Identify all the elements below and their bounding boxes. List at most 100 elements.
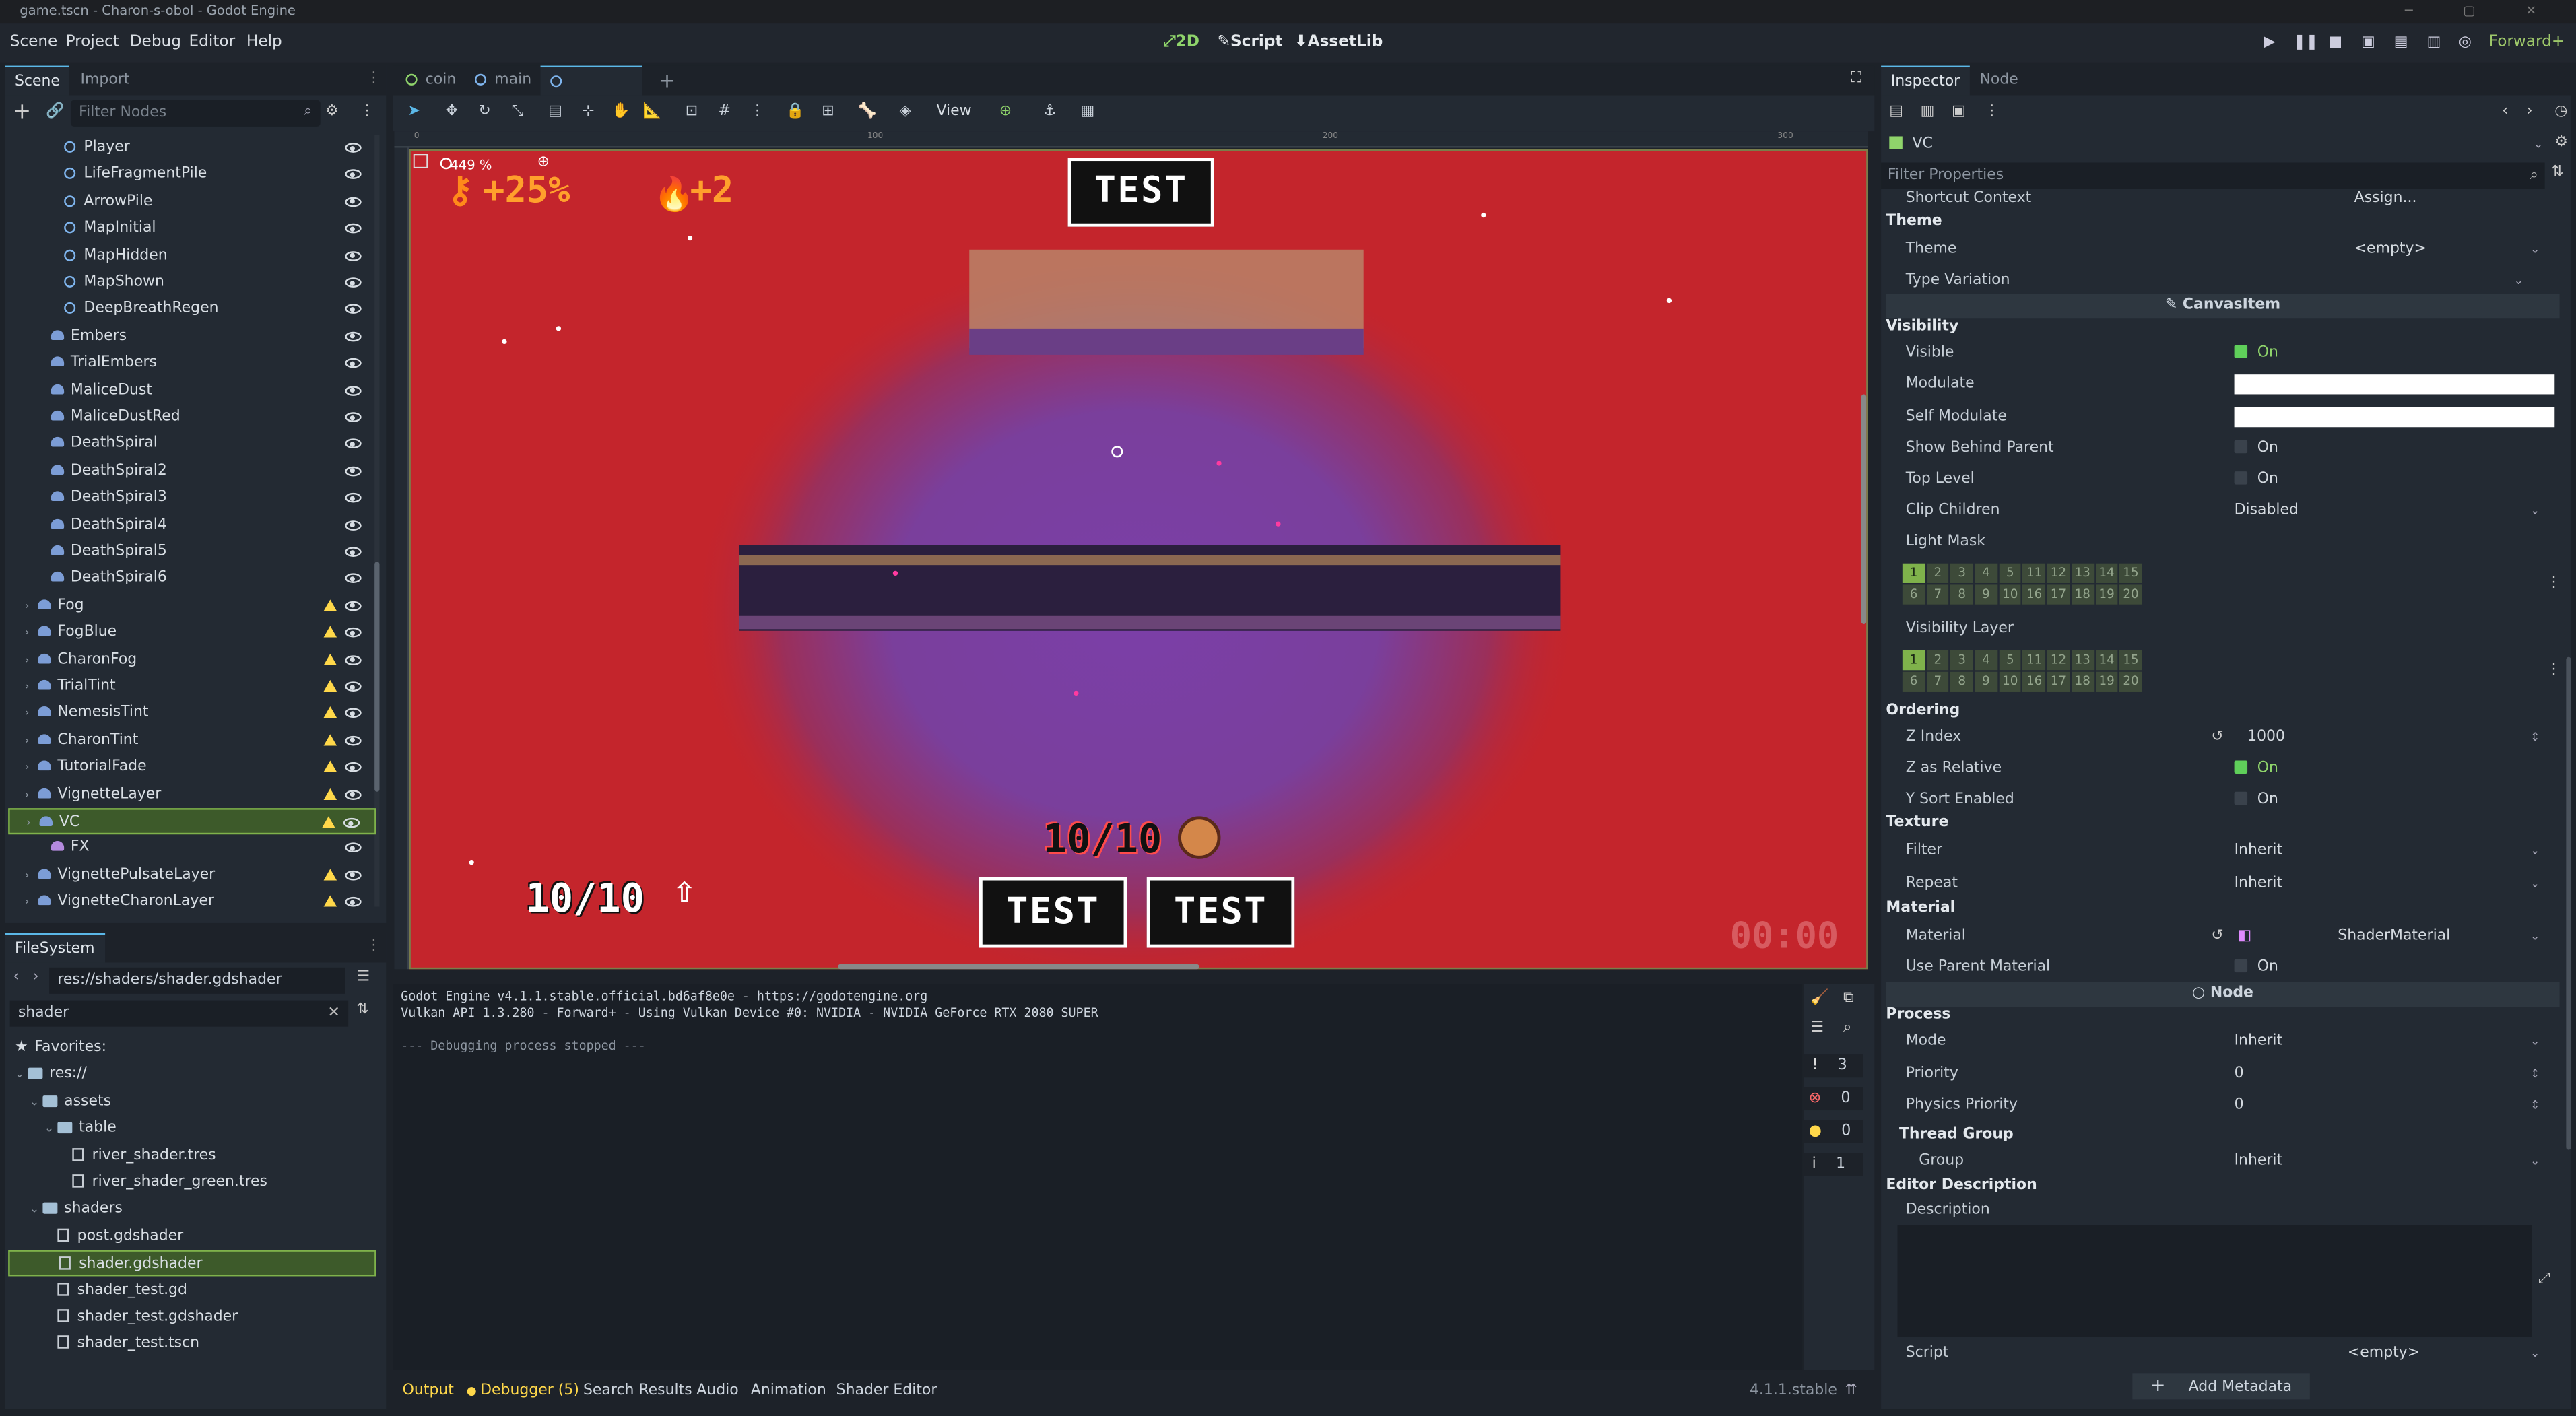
revert-icon[interactable]: ↺ (2211, 922, 2223, 951)
tab-search-results[interactable]: Search Results (583, 1376, 692, 1406)
test-button-right[interactable]: TEST (1146, 877, 1295, 948)
visibility-eye-icon[interactable] (345, 250, 362, 261)
prop-self-modulate[interactable]: Self Modulate (1886, 403, 2563, 432)
scene-node-item[interactable]: › VignetteLayer (8, 781, 376, 807)
layer-bit[interactable]: 4 (1975, 563, 1997, 583)
prop-top-level[interactable]: Top Level On (1886, 465, 2563, 494)
visibility-eye-icon[interactable] (345, 304, 362, 314)
prop-visible[interactable]: Visible On (1886, 339, 2563, 368)
layer-bit[interactable]: 15 (2119, 563, 2142, 583)
visibility-eye-icon[interactable] (345, 601, 362, 611)
history-forward-icon[interactable]: › (2527, 104, 2533, 120)
tab-game[interactable]: game✕ (540, 65, 642, 120)
visible-checkbox[interactable] (2234, 345, 2248, 358)
scene-node-item[interactable]: TrialEmbers (8, 350, 376, 376)
select-mode-icon[interactable]: ➤ (404, 104, 424, 123)
self-modulate-color-swatch[interactable] (2234, 407, 2555, 428)
instance-scene-icon[interactable]: 🔗 (46, 104, 64, 120)
expand-arrow-icon[interactable]: › (25, 727, 38, 753)
spinner-icon[interactable]: ⇕ (2530, 1091, 2540, 1120)
scene-tree-menu-icon[interactable]: ⋮ (360, 104, 374, 120)
fs-folder-item[interactable]: ⌄ res:// (8, 1062, 376, 1088)
tab-coin[interactable]: coin (396, 66, 466, 96)
scene-node-item[interactable]: › TrialTint (8, 673, 376, 700)
expand-arrow-icon[interactable]: ⌄ (30, 1089, 43, 1115)
scene-node-item[interactable]: DeathSpiral5 (8, 539, 376, 565)
layer-bit[interactable]: 17 (2047, 671, 2070, 692)
light-mask-menu-icon[interactable]: ⋮ (2546, 575, 2561, 591)
visibility-eye-icon[interactable] (345, 358, 362, 368)
expand-arrow-icon[interactable]: › (25, 862, 38, 888)
play-custom-scene-icon[interactable]: ▥ (2425, 34, 2443, 50)
prop-show-behind-parent[interactable]: Show Behind Parent On (1886, 434, 2563, 463)
prop-material[interactable]: Material ↺ ◧ ShaderMaterial ⌄ (1886, 922, 2563, 951)
prop-physics-priority[interactable]: Physics Priority 0 ⇕ (1886, 1091, 2563, 1120)
filter-nodes-input[interactable]: Filter Nodes ⌕ (70, 100, 321, 127)
warning-icon[interactable] (323, 733, 337, 745)
section-material[interactable]: Material (1886, 900, 1955, 916)
save-resource-icon[interactable]: ▣ (1952, 104, 1966, 120)
layer-bit[interactable]: 3 (1950, 650, 1973, 671)
view-menu[interactable]: View (936, 104, 971, 120)
visibility-eye-icon[interactable] (345, 789, 362, 799)
property-options-icon[interactable]: ⇅ (2551, 164, 2563, 180)
history-back-icon[interactable]: ‹ (2502, 104, 2508, 120)
dock-menu-icon[interactable]: ⋮ (366, 71, 381, 87)
prop-group[interactable]: Group Inherit ⌄ (1886, 1147, 2563, 1176)
expand-icon[interactable]: ⤢ (2538, 1271, 2550, 1287)
scene-node-item[interactable]: Embers (8, 323, 376, 349)
rotate-mode-icon[interactable]: ↻ (475, 104, 494, 123)
scene-node-item[interactable]: › VignetteCharonLayer (8, 889, 376, 915)
visibility-eye-icon[interactable] (345, 520, 362, 530)
layer-bit[interactable]: 20 (2119, 584, 2142, 605)
layer-bit[interactable]: 6 (1902, 671, 1925, 692)
scene-node-item[interactable]: DeathSpiral6 (8, 566, 376, 592)
layer-bit[interactable]: 1 (1902, 650, 1925, 671)
add-metadata-button[interactable]: + Add Metadata (2132, 1373, 2310, 1400)
visibility-eye-icon[interactable] (345, 628, 362, 638)
visibility-eye-icon[interactable] (345, 547, 362, 557)
filter-errors[interactable]: ⊗ 0 (1804, 1087, 1863, 1111)
expand-arrow-icon[interactable]: › (25, 593, 38, 619)
layer-bit[interactable]: 11 (2022, 563, 2046, 583)
prop-modulate[interactable]: Modulate (1886, 370, 2563, 399)
scene-node-item[interactable]: › VignettePulsateLayer (8, 862, 376, 888)
tab-animation[interactable]: Animation (751, 1376, 826, 1406)
layer-bit[interactable]: 4 (1975, 650, 1997, 671)
scene-node-item[interactable]: DeepBreathRegen (8, 296, 376, 323)
layer-bit[interactable]: 12 (2047, 563, 2070, 583)
scene-node-item[interactable]: DeathSpiral3 (8, 485, 376, 511)
layer-bit[interactable]: 11 (2022, 650, 2046, 671)
description-textarea[interactable] (1897, 1225, 2532, 1337)
fs-search-input[interactable]: shader ✕ (9, 1000, 349, 1027)
main-screen-assetlib[interactable]: ⬇AssetLib (1294, 33, 1383, 51)
warning-icon[interactable] (323, 599, 337, 611)
visibility-eye-icon[interactable] (345, 331, 362, 341)
expand-arrow-icon[interactable]: › (25, 619, 38, 646)
ruler-icon[interactable]: 📐 (642, 104, 662, 123)
expand-arrow-icon[interactable]: › (25, 646, 38, 673)
prop-clip-children[interactable]: Clip Children Disabled ⌄ (1886, 496, 2563, 526)
scene-node-item[interactable]: FX (8, 835, 376, 861)
visibility-eye-icon[interactable] (345, 897, 362, 908)
visibility-eye-icon[interactable] (345, 277, 362, 288)
layer-bit[interactable]: 16 (2022, 671, 2046, 692)
show-behind-checkbox[interactable] (2234, 440, 2248, 454)
zoom-out-icon[interactable] (440, 158, 452, 170)
object-menu-icon[interactable]: ⚙ (2554, 135, 2568, 151)
visibility-eye-icon[interactable] (345, 843, 362, 854)
inspected-object[interactable]: VC ⌄ (1886, 131, 2550, 158)
expand-arrow-icon[interactable]: ⌄ (15, 1062, 28, 1088)
warning-icon[interactable] (323, 626, 337, 638)
movie-maker-icon[interactable]: ◎ (2456, 34, 2474, 50)
test-button-top[interactable]: TEST (1067, 158, 1214, 227)
layer-bit[interactable]: 15 (2119, 650, 2142, 671)
fs-folder-item[interactable]: ⌄ table (8, 1116, 376, 1142)
visibility-eye-icon[interactable] (345, 870, 362, 881)
warning-icon[interactable] (323, 706, 337, 718)
menu-help[interactable]: Help (246, 33, 282, 51)
scene-node-item[interactable]: DeathSpiral2 (8, 458, 376, 484)
visibility-eye-icon[interactable] (345, 466, 362, 476)
layer-bit[interactable]: 20 (2119, 671, 2142, 692)
fs-favorites[interactable]: ★ Favorites: (8, 1035, 376, 1061)
